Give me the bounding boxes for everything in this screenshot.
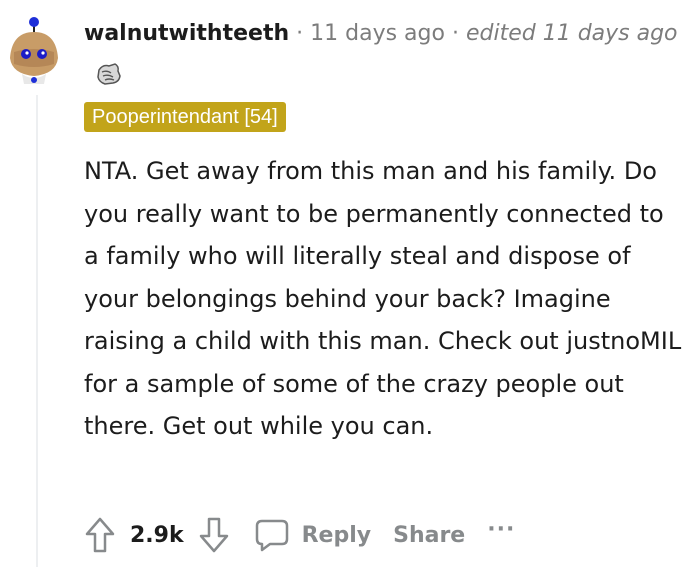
snoo-avatar-icon xyxy=(10,17,58,84)
comment-timestamp[interactable]: 11 days ago xyxy=(310,21,445,46)
meta-separator: · xyxy=(451,21,459,46)
edited-timestamp: edited 11 days ago xyxy=(465,21,678,46)
reply-button[interactable]: Reply xyxy=(254,517,372,553)
comment-meta: walnutwithteeth · 11 days ago · edited 11 da… xyxy=(84,19,678,49)
award-icon[interactable] xyxy=(93,60,123,88)
share-label: Share xyxy=(393,522,466,548)
comment-actions: 2.9k Reply Share ··· xyxy=(80,512,515,558)
avatar[interactable] xyxy=(4,12,64,84)
more-options-button[interactable]: ··· xyxy=(487,517,515,542)
downvote-icon xyxy=(199,517,228,553)
downvote-button[interactable] xyxy=(194,513,234,557)
username-link[interactable]: walnutwithteeth xyxy=(84,21,289,46)
upvote-button[interactable] xyxy=(80,513,120,557)
meta-separator: · xyxy=(296,21,304,46)
reply-label: Reply xyxy=(301,522,372,548)
user-flair: Pooperintendant [54] xyxy=(84,102,286,132)
comment-body: NTA. Get away from this man and his fami… xyxy=(84,157,682,440)
share-button[interactable]: Share xyxy=(393,523,465,548)
comment-bubble-icon xyxy=(255,519,288,552)
thread-line[interactable] xyxy=(36,95,38,567)
upvote-icon xyxy=(85,517,115,553)
vote-score: 2.9k xyxy=(130,522,184,548)
